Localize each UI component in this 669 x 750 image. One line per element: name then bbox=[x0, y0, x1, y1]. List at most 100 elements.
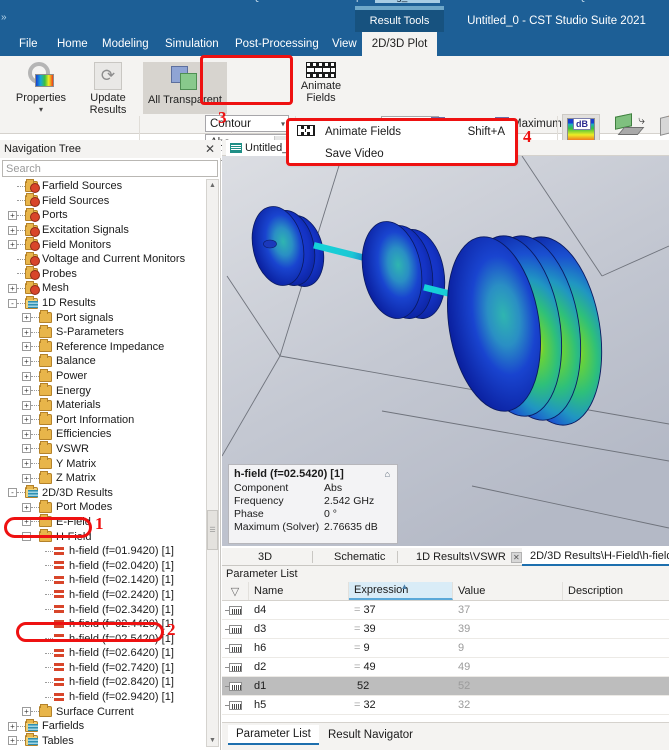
menu-item-animate-fields[interactable]: Animate Fields Shift+A bbox=[289, 121, 515, 143]
tree-item[interactable]: + VSWR bbox=[2, 441, 206, 457]
tree-item[interactable]: + Field Monitors bbox=[2, 237, 206, 252]
menu-item-post-processing[interactable]: Post-Processing bbox=[228, 32, 326, 56]
column-header-description[interactable]: Description bbox=[563, 582, 669, 600]
row-handle-icon[interactable] bbox=[222, 639, 249, 657]
properties-button[interactable]: ✳ Properties ▾ bbox=[10, 61, 72, 116]
tree-expand-icon[interactable]: + bbox=[22, 473, 31, 483]
menu-item-save-video[interactable]: Save Video bbox=[289, 143, 515, 165]
tree-expand-icon[interactable]: + bbox=[22, 415, 31, 425]
scroll-down-icon[interactable]: ▼ bbox=[207, 735, 218, 746]
table-row[interactable]: h5 = 32 32 bbox=[222, 696, 669, 715]
tree-item[interactable]: - 2D/3D Results bbox=[2, 485, 206, 500]
browser-tab[interactable]: Fronters bbox=[30, 0, 67, 3]
tree-expand-icon[interactable]: + bbox=[22, 356, 31, 366]
tree-item[interactable]: + Surface Current bbox=[2, 704, 206, 719]
table-row[interactable]: d3 = 39 39 bbox=[222, 620, 669, 639]
quick-access-chevron-icon[interactable]: » bbox=[1, 12, 7, 23]
cell-expression[interactable]: = 37 bbox=[349, 601, 453, 619]
table-row[interactable]: d4 = 37 37 bbox=[222, 601, 669, 620]
tree-item[interactable]: h-field (f=02.3420) [1] bbox=[2, 602, 206, 617]
table-row[interactable]: d2 = 49 49 bbox=[222, 658, 669, 677]
tree-item[interactable]: Probes bbox=[2, 266, 206, 282]
tree-item[interactable]: h-field (f=02.1420) [1] bbox=[2, 573, 206, 588]
menu-item-file[interactable]: File bbox=[12, 32, 45, 56]
tree-item[interactable]: + Z Matrix bbox=[2, 470, 206, 486]
tree-item[interactable]: h-field (f=01.9420) [1] bbox=[2, 544, 206, 559]
cell-description[interactable] bbox=[563, 677, 669, 695]
cell-description[interactable] bbox=[563, 601, 669, 619]
tree-expand-icon[interactable]: + bbox=[8, 225, 17, 235]
view-tab-2d3d-hfield[interactable]: 2D/3D Results\H-Field\h-field (f= bbox=[522, 548, 669, 566]
close-icon[interactable]: ✕ bbox=[510, 551, 522, 563]
tree-item[interactable]: + E-Field bbox=[2, 514, 206, 530]
table-row[interactable]: d1 52 52 bbox=[222, 677, 669, 696]
menu-item-modeling[interactable]: Modeling bbox=[95, 32, 156, 56]
cell-name[interactable]: d1 bbox=[249, 677, 349, 695]
tree-item[interactable]: + Reference Impedance bbox=[2, 339, 206, 355]
cell-expression[interactable]: 52 bbox=[349, 677, 453, 695]
tree-item[interactable]: + Materials bbox=[2, 397, 206, 413]
tree-collapse-icon[interactable]: - bbox=[22, 532, 31, 542]
browser-tab[interactable]: Questions bbox=[578, 0, 623, 3]
cell-description[interactable] bbox=[563, 620, 669, 638]
tree-scrollbar[interactable]: ▲ ☰ ▼ bbox=[206, 179, 219, 747]
tree-expand-icon[interactable]: + bbox=[22, 400, 31, 410]
cell-expression[interactable]: = 39 bbox=[349, 620, 453, 638]
tree-expand-icon[interactable]: + bbox=[22, 327, 31, 337]
tree-expand-icon[interactable]: + bbox=[22, 444, 31, 454]
tree-item[interactable]: - H-Field bbox=[2, 529, 206, 544]
browser-tab[interactable]: Fab Req bbox=[320, 0, 358, 3]
collapse-icon[interactable]: ⌂ bbox=[385, 469, 390, 479]
tree-expand-icon[interactable]: + bbox=[8, 736, 17, 746]
view-tab-3d[interactable]: 3D bbox=[250, 548, 280, 566]
bottom-tab-parameter-list[interactable]: Parameter List bbox=[228, 725, 319, 745]
tree-expand-icon[interactable]: + bbox=[22, 429, 31, 439]
animate-fields-button[interactable]: Animate Fields bbox=[298, 62, 344, 104]
row-handle-icon[interactable] bbox=[222, 677, 249, 695]
menu-item-view[interactable]: View bbox=[325, 32, 364, 56]
row-handle-icon[interactable] bbox=[222, 696, 249, 714]
tree-expand-icon[interactable]: + bbox=[8, 721, 17, 731]
tree-item[interactable]: + Y Matrix bbox=[2, 456, 206, 471]
tree-item[interactable]: + Ports bbox=[2, 207, 206, 223]
tree-expand-icon[interactable]: + bbox=[22, 517, 31, 527]
column-header-expression[interactable]: ▲ Expression bbox=[349, 582, 453, 600]
search-input[interactable]: Search bbox=[2, 160, 218, 177]
3d-viewport[interactable]: h-field (f=02.5420) [1] ⌂ Component Abs … bbox=[222, 156, 669, 546]
tree-item[interactable]: + Port Modes bbox=[2, 499, 206, 515]
browser-tab[interactable]: Fabrication bbox=[100, 0, 149, 3]
cell-description[interactable] bbox=[563, 639, 669, 657]
row-handle-icon[interactable] bbox=[222, 620, 249, 638]
view-tab-schematic[interactable]: Schematic bbox=[326, 548, 393, 566]
tree-item[interactable]: + Mesh bbox=[2, 280, 206, 296]
tree-item[interactable]: + Port signals bbox=[2, 310, 206, 325]
tree-expand-icon[interactable]: + bbox=[22, 707, 31, 717]
tree-collapse-icon[interactable]: - bbox=[8, 298, 17, 308]
close-icon[interactable]: ✕ bbox=[205, 142, 215, 156]
cell-description[interactable] bbox=[563, 658, 669, 676]
browser-tab[interactable]: Sims Mee bbox=[632, 0, 669, 3]
update-results-button[interactable]: ⟳ Update Results bbox=[80, 62, 136, 116]
cell-expression[interactable]: = 32 bbox=[349, 696, 453, 714]
tree-item[interactable]: + Port Information bbox=[2, 412, 206, 428]
tree-expand-icon[interactable]: + bbox=[8, 210, 17, 220]
cell-description[interactable] bbox=[563, 696, 669, 714]
cell-name[interactable]: h5 bbox=[249, 696, 349, 714]
tree-item[interactable]: + Energy bbox=[2, 383, 206, 398]
cell-expression[interactable]: = 49 bbox=[349, 658, 453, 676]
menu-item-simulation[interactable]: Simulation bbox=[158, 32, 226, 56]
scroll-up-icon[interactable]: ▲ bbox=[207, 180, 218, 191]
cell-name[interactable]: h6 bbox=[249, 639, 349, 657]
view-tab-1d-vswr[interactable]: 1D Results\VSWR ✕ bbox=[408, 548, 530, 566]
menu-item-home[interactable]: Home bbox=[50, 32, 95, 56]
cell-name[interactable]: d2 bbox=[249, 658, 349, 676]
row-handle-icon[interactable] bbox=[222, 658, 249, 676]
cell-name[interactable]: d4 bbox=[249, 601, 349, 619]
tree-item[interactable]: h-field (f=02.0420) [1] bbox=[2, 558, 206, 573]
tree-expand-icon[interactable]: + bbox=[22, 313, 31, 323]
tree-item[interactable]: + S-Parameters bbox=[2, 324, 206, 340]
tree-expand-icon[interactable]: + bbox=[22, 386, 31, 396]
browser-tab[interactable]: Screenshot bbox=[175, 0, 226, 3]
tree-expand-icon[interactable]: + bbox=[22, 459, 31, 469]
tree-collapse-icon[interactable]: - bbox=[8, 488, 17, 498]
